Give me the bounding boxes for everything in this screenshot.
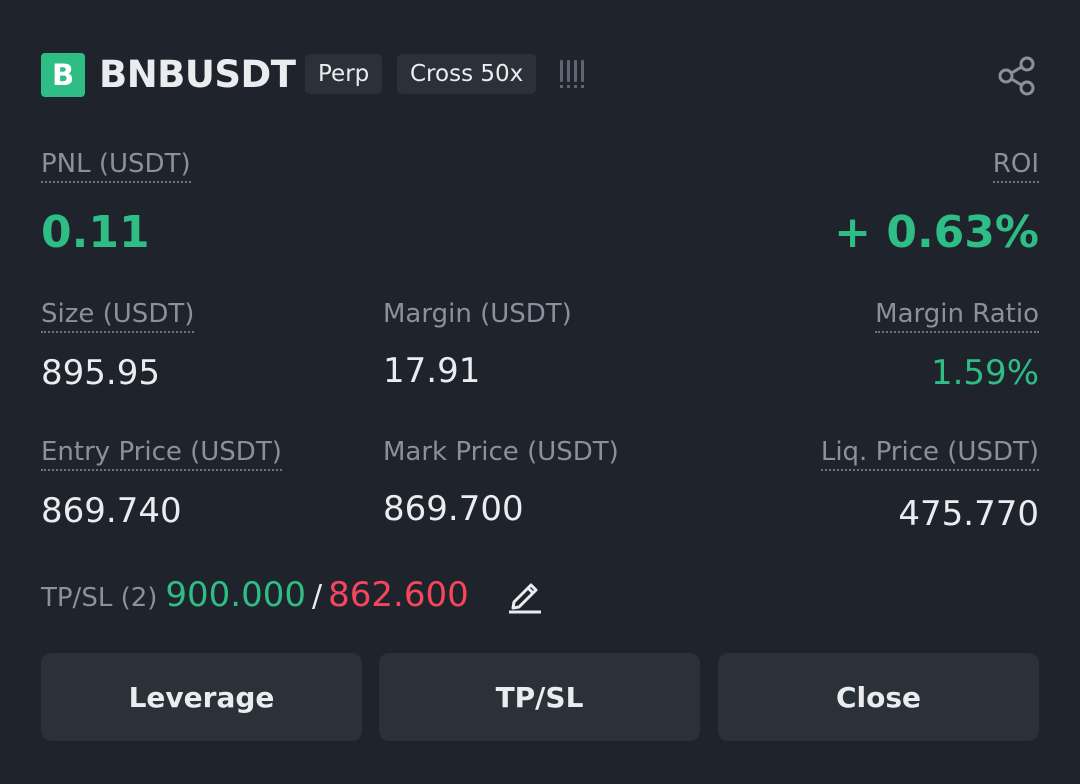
tpsl-separator: / xyxy=(312,579,323,614)
tpsl-summary: TP/SL (2) 900.000 / 862.600 xyxy=(41,574,469,619)
tpsl-label: TP/SL (2) xyxy=(41,583,158,613)
coin-badge: B xyxy=(41,53,85,97)
margin-label: Margin (USDT) xyxy=(383,299,572,329)
liq-price-value: 475.770 xyxy=(898,494,1039,534)
size-value: 895.95 xyxy=(41,353,160,393)
mark-price-label: Mark Price (USDT) xyxy=(383,437,619,467)
entry-price-label[interactable]: Entry Price (USDT) xyxy=(41,435,282,471)
margin-ratio-label[interactable]: Margin Ratio xyxy=(875,297,1039,333)
symbol-title[interactable]: BNBUSDT xyxy=(99,52,296,98)
share-icon[interactable] xyxy=(995,54,1039,98)
stop-loss-value: 862.600 xyxy=(328,575,469,615)
margin-value: 17.91 xyxy=(383,351,481,391)
size-label[interactable]: Size (USDT) xyxy=(41,297,195,333)
mark-price-value: 869.700 xyxy=(383,489,524,529)
risk-level-bars-icon xyxy=(560,60,584,88)
take-profit-value: 900.000 xyxy=(165,575,307,615)
leverage-button[interactable]: Leverage xyxy=(41,653,362,741)
roi-label[interactable]: ROI xyxy=(992,147,1039,183)
roi-value: + 0.63% xyxy=(834,207,1039,258)
margin-mode-tag[interactable]: Cross 50x xyxy=(397,54,537,94)
pnl-label[interactable]: PNL (USDT) xyxy=(41,147,191,183)
tpsl-button[interactable]: TP/SL xyxy=(379,653,700,741)
margin-ratio-value: 1.59% xyxy=(930,353,1039,393)
close-position-button[interactable]: Close xyxy=(718,653,1039,741)
liq-price-label[interactable]: Liq. Price (USDT) xyxy=(820,435,1039,471)
perp-tag: Perp xyxy=(305,54,383,94)
entry-price-value: 869.740 xyxy=(41,491,182,531)
position-card: B BNBUSDT Perp Cross 50x PNL (USDT) 0.11… xyxy=(0,0,1080,784)
pnl-value: 0.11 xyxy=(41,207,150,258)
edit-pencil-icon[interactable] xyxy=(505,575,545,615)
